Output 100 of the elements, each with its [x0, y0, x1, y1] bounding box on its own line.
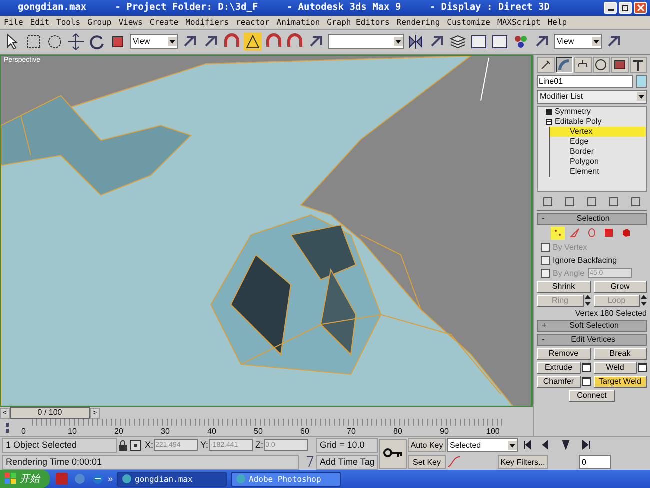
edge-mode-button[interactable] [568, 226, 582, 240]
menu-item[interactable]: Customize [447, 18, 490, 27]
key-mode-dropdown[interactable]: Selected [447, 438, 518, 452]
hierarchy-tab[interactable] [574, 56, 592, 73]
sub-object-item[interactable]: Polygon [549, 156, 646, 167]
track-bar-icon[interactable] [5, 422, 8, 434]
rollout-sign: + [542, 321, 547, 330]
expander-icon[interactable] [546, 108, 552, 115]
menu-item[interactable]: Edit [30, 18, 50, 27]
polygon-mode-button[interactable] [602, 226, 616, 240]
checkbox-label: Ignore Backfacing [553, 256, 618, 265]
object-name-field[interactable]: Line01 [537, 74, 633, 88]
rollout-title: Soft Selection [568, 321, 620, 330]
taskbar-button[interactable]: gongdian.max [117, 472, 228, 486]
browser-icon[interactable] [92, 473, 104, 485]
settings-icon[interactable] [582, 377, 590, 386]
rollout-header[interactable]: - Selection [537, 212, 647, 225]
motion-tab[interactable] [592, 56, 610, 73]
menu-item[interactable]: reactor [236, 18, 270, 27]
rollout-title: Edit Vertices [570, 335, 617, 344]
panel-button[interactable]: Chamfer [537, 376, 580, 388]
restore-button[interactable] [619, 2, 632, 14]
stack-label: Symmetry [555, 107, 591, 116]
sub-object-item[interactable]: Border [549, 146, 646, 157]
time-slider-handle[interactable]: 0 / 100 [10, 407, 90, 419]
panel-button[interactable]: Break [594, 348, 647, 360]
motion-icon [595, 58, 608, 71]
playback-controls-drawing[interactable] [523, 440, 593, 450]
menu-item[interactable]: Help [548, 18, 568, 27]
selection-set-dropdown[interactable] [328, 34, 404, 50]
object-color-swatch[interactable] [636, 74, 647, 88]
angle-tool-icon[interactable] [244, 32, 262, 51]
display-tab[interactable] [611, 56, 628, 73]
stack-tool-icon[interactable] [629, 196, 643, 208]
current-frame-field[interactable]: 0 [579, 455, 611, 469]
taskbar-button[interactable]: Adobe Photoshop [231, 472, 342, 486]
tangent-curve-icon[interactable] [447, 456, 461, 468]
modifier-list-dropdown[interactable]: Modifier List [537, 90, 647, 104]
panel-button[interactable]: Grow [594, 280, 647, 293]
utilities-icon [632, 58, 644, 71]
expander-icon[interactable] [546, 118, 552, 125]
rotate-tool-icon[interactable] [88, 32, 106, 51]
transform-mode-icon[interactable] [130, 440, 141, 450]
rollout-header[interactable]: + Soft Selection [537, 320, 647, 332]
panel-button[interactable]: Extrude [537, 362, 580, 374]
menu-item[interactable]: MAXScript [498, 18, 541, 27]
add-time-tag[interactable]: Add Time Tag [316, 454, 378, 470]
rollout-header[interactable]: - Edit Vertices [537, 334, 647, 346]
key-filters-button[interactable]: Key Filters... [498, 455, 548, 469]
menu-item[interactable]: Tools [56, 18, 81, 27]
app-icon [122, 474, 132, 484]
panel-button[interactable]: Target Weld [594, 376, 647, 388]
set-key-text-button[interactable]: Set Key [408, 455, 446, 469]
vertex-mode-button[interactable] [551, 226, 565, 240]
rollout-sign: - [542, 335, 545, 344]
coordinate-label: Y: [200, 440, 209, 450]
more-button[interactable]: » [108, 474, 114, 484]
checkbox[interactable] [541, 256, 550, 265]
menu-item[interactable]: Create [150, 18, 179, 27]
stack-tool-icon[interactable] [541, 196, 555, 208]
menu-item[interactable]: Group [88, 18, 112, 27]
panel-button[interactable]: Remove [537, 348, 590, 360]
menu-item[interactable]: Rendering [396, 18, 440, 27]
minimize-button[interactable] [604, 2, 617, 14]
utilities-tab[interactable] [630, 56, 647, 73]
time-tag-icon[interactable] [305, 456, 315, 468]
modify-tab[interactable] [556, 56, 573, 73]
stack-item[interactable]: Symmetry [538, 106, 646, 117]
circle-tool-icon[interactable] [46, 32, 64, 51]
layers-tool-icon[interactable] [449, 32, 467, 51]
auto-key-button[interactable]: Auto Key [408, 438, 446, 452]
view-dropdown[interactable]: View [130, 34, 178, 50]
panel-button[interactable]: Weld [594, 362, 637, 374]
region-tool-icon[interactable] [25, 32, 43, 51]
connect-button[interactable]: Connect [569, 390, 615, 402]
menu-item[interactable]: Animation [276, 18, 320, 27]
mirror-tool-icon[interactable] [407, 32, 425, 51]
lock-icon[interactable] [118, 440, 128, 450]
menu-item[interactable]: Views [118, 18, 143, 27]
settings-icon[interactable] [582, 363, 590, 372]
tick-label: 60 [300, 427, 310, 436]
sub-object-item[interactable]: Edge [549, 136, 646, 147]
sub-object-item[interactable]: Vertex [549, 126, 646, 137]
menu-item[interactable]: Modifiers [186, 18, 230, 27]
menu-item[interactable]: Graph Editors [327, 18, 390, 27]
panel-button[interactable]: Shrink [537, 280, 590, 293]
stack-item[interactable]: Editable Poly [538, 116, 646, 127]
stack-tool-icon[interactable] [585, 196, 599, 208]
stack-tool-icon[interactable] [607, 196, 621, 208]
tick-label: 50 [254, 427, 264, 436]
view-dropdown[interactable]: View [554, 34, 602, 50]
create-tab[interactable] [537, 56, 554, 73]
menu-item[interactable]: File [4, 18, 24, 27]
set-key-button[interactable] [379, 438, 407, 468]
stack-tool-icon[interactable] [563, 196, 577, 208]
tick-label: 30 [161, 427, 171, 436]
close-button[interactable] [634, 2, 647, 14]
settings-icon[interactable] [638, 363, 647, 372]
move-tool-icon[interactable] [67, 32, 85, 51]
sub-object-item[interactable]: Element [549, 166, 646, 177]
